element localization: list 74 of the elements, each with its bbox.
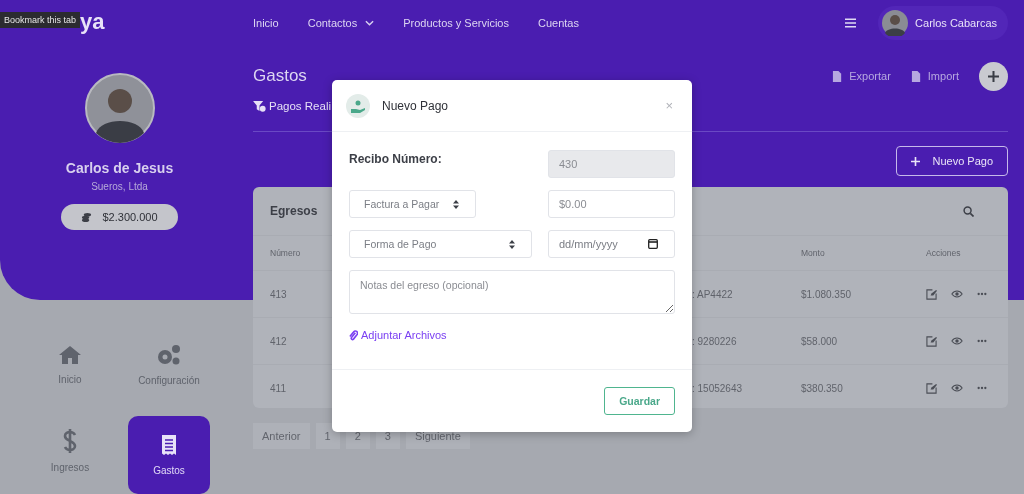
attach-files-link[interactable]: Adjuntar Archivos [349,329,675,341]
pagination-button[interactable]: 1 [315,423,340,449]
sort-icon [453,199,459,209]
search-icon[interactable] [963,205,974,217]
logo: ya [80,8,105,35]
close-button[interactable]: × [663,98,675,113]
more-icon[interactable] [977,292,987,296]
nav-link[interactable]: Inicio [253,16,279,29]
field-label: Recibo Número: [349,151,443,168]
chevron-down-icon [365,19,375,26]
sidebar-nav-item[interactable]: Inicio [29,330,111,400]
eye-icon[interactable] [951,337,963,345]
edit-icon[interactable] [926,382,937,394]
table-cell: : 15052643 [692,382,743,394]
notes-field[interactable]: Notas del egreso (opcional) [349,270,675,314]
avatar-icon [882,9,909,36]
filter-icon [253,100,266,112]
add-button[interactable] [979,61,1008,91]
nav-link[interactable]: Contactos [307,16,375,29]
table-title: Egresos [270,204,318,218]
user-menu[interactable]: Carlos Cabarcas [878,5,1008,40]
hand-money-icon [346,93,370,118]
menu-icon[interactable] [845,17,857,28]
edit-icon[interactable] [926,288,937,300]
file-icon [910,70,922,82]
column-header: Monto [801,248,825,258]
table-cell: 411 [270,382,286,394]
new-payment-button[interactable]: Nuevo Pago [896,146,1008,176]
file-icon [832,70,844,82]
date-field[interactable]: dd/mm/yyyy [548,230,675,258]
balance-amount: $2.300.000 [102,211,158,223]
amount-field[interactable]: $0.00 [548,190,675,218]
company-name: Sueros, Ltda [91,181,148,192]
dollar-icon [63,429,77,453]
sidebar-nav-item[interactable]: Gastos [128,416,210,494]
home-icon [58,345,82,365]
page-title: Gastos [253,66,307,86]
avatar-icon [84,73,155,143]
toolbar-link[interactable]: Exportar [832,70,891,82]
edit-icon[interactable] [926,335,937,347]
table-cell: 412 [270,335,287,347]
calendar-icon [648,239,658,249]
sort-icon [509,239,515,249]
save-button[interactable]: Guardar [604,387,675,415]
eye-icon[interactable] [951,384,963,392]
table-cell: : AP4422 [692,288,733,300]
table-cell: : 9280226 [692,335,737,347]
sidebar-nav-item[interactable]: Ingresos [29,416,111,486]
table-cell: 413 [270,288,287,300]
paperclip-icon [349,329,358,341]
table-cell: $380.350 [801,382,843,394]
tab[interactable]: Pagos Reali [253,100,331,112]
eye-icon[interactable] [951,290,963,298]
plus-icon [988,70,999,82]
tooltip: Bookmark this tab [0,12,81,28]
column-header: Acciones [926,248,961,258]
modal-title: Nuevo Pago [382,98,450,113]
more-icon[interactable] [977,386,987,390]
more-icon[interactable] [977,339,987,343]
plus-icon [911,156,921,166]
toolbar-link[interactable]: Import [910,70,959,82]
coins-icon [81,211,93,223]
nav-link[interactable]: Cuentas [538,16,579,29]
gears-icon [156,344,182,366]
table-cell: $58.000 [801,335,838,347]
table-cell: $1.080.350 [801,288,852,300]
receipt-icon [161,434,177,456]
pagination-button[interactable]: Anterior [253,423,310,449]
invoice-select[interactable]: Factura a Pagar [349,190,476,218]
payment-method-select[interactable]: Forma de Pago [349,230,532,258]
profile-name: Carlos de Jesus [65,160,174,176]
column-header: Número [270,248,301,258]
sidebar-nav-item[interactable]: Configuración [128,330,210,400]
nav-link[interactable]: Productos y Servicios [403,16,509,29]
